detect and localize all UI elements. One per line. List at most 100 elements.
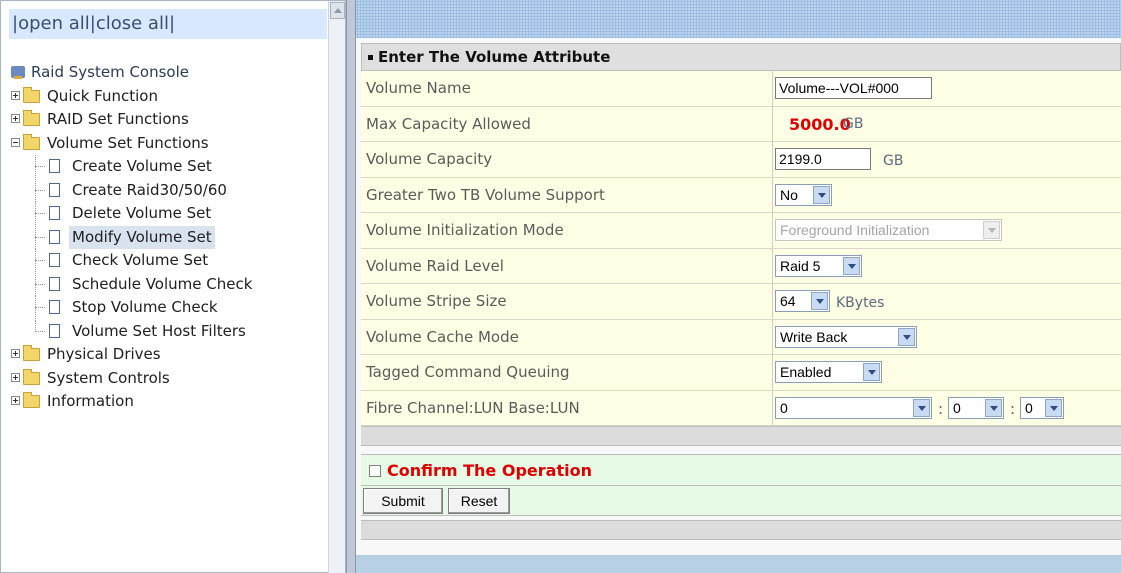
- initialization-mode-select: Foreground Initialization: [775, 219, 1002, 241]
- tree-item-label[interactable]: Create Raid30/50/60: [69, 179, 230, 202]
- volume-capacity-label: Volume Capacity: [366, 150, 493, 168]
- frame-divider[interactable]: [346, 0, 356, 573]
- stripe-size-unit: KBytes: [836, 295, 885, 311]
- tree-item-label[interactable]: Volume Set Functions: [47, 132, 209, 155]
- row-cache-mode: Volume Cache Mode Write Back: [361, 319, 1121, 355]
- column-divider: [772, 177, 773, 213]
- top-banner: [356, 0, 1121, 38]
- row-volume-name: Volume Name Volume---VOL#000: [361, 71, 1121, 107]
- greater-two-tb-label: Greater Two TB Volume Support: [366, 185, 605, 204]
- dropdown-arrow-icon: [983, 221, 1000, 239]
- folder-icon: [23, 345, 40, 361]
- initialization-mode-selected: Foreground Initialization: [780, 222, 930, 238]
- scroll-up-arrow-icon[interactable]: [330, 2, 345, 19]
- fibre-channel-selected: 0: [780, 399, 788, 416]
- raid-level-select[interactable]: Raid 5: [775, 254, 862, 277]
- expand-plus-icon[interactable]: [11, 372, 20, 382]
- page-icon: [49, 159, 60, 173]
- collapse-minus-icon[interactable]: [11, 137, 20, 147]
- lun-base-select[interactable]: 0: [948, 396, 1004, 419]
- stripe-size-select[interactable]: 64: [775, 290, 830, 312]
- folder-icon: [23, 110, 40, 126]
- separator: :: [1010, 399, 1016, 418]
- tree-item-label[interactable]: Volume Set Host Filters: [69, 320, 249, 343]
- confirm-operation-checkbox[interactable]: [369, 465, 381, 477]
- page-icon: [49, 206, 60, 220]
- open-all-link[interactable]: open all: [18, 13, 90, 34]
- dropdown-arrow-icon[interactable]: [1045, 398, 1062, 417]
- row-raid-level: Volume Raid Level Raid 5: [361, 248, 1121, 284]
- tree-item-label[interactable]: Schedule Volume Check: [69, 273, 255, 296]
- tagged-command-queuing-select[interactable]: Enabled: [775, 361, 882, 383]
- row-volume-capacity: Volume Capacity 2199.0 GB: [361, 142, 1121, 178]
- row-tagged-command-queuing: Tagged Command Queuing Enabled: [361, 355, 1121, 391]
- stripe-size-selected: 64: [780, 293, 796, 309]
- tree-line: [35, 189, 45, 191]
- reset-button[interactable]: Reset: [448, 488, 510, 514]
- tree-item-label[interactable]: Check Volume Set: [69, 249, 211, 272]
- column-divider: [772, 355, 773, 390]
- folder-icon: [23, 86, 40, 103]
- dropdown-arrow-icon[interactable]: [913, 398, 930, 417]
- dropdown-arrow-icon[interactable]: [843, 256, 860, 275]
- bullet-icon: [368, 55, 373, 60]
- column-divider: [772, 390, 773, 426]
- expand-plus-icon[interactable]: [11, 396, 20, 405]
- volume-capacity-unit: GB: [883, 153, 904, 169]
- bottom-banner: [356, 555, 1121, 573]
- greater-two-tb-select[interactable]: No: [775, 183, 832, 206]
- column-divider: [772, 248, 773, 284]
- form-divider-bar: [361, 426, 1121, 446]
- volume-attribute-form: Enter The Volume Attribute Volume Name V…: [361, 43, 1121, 540]
- vertical-scrollbar[interactable]: [328, 1, 345, 573]
- confirm-operation-label[interactable]: Confirm The Operation: [387, 455, 592, 487]
- row-fibre-channel-lun: Fibre Channel:LUN Base:LUN 0 : 0 : 0: [361, 390, 1121, 426]
- dropdown-arrow-icon[interactable]: [811, 292, 828, 310]
- raid-console-icon: [11, 66, 25, 79]
- dropdown-arrow-icon[interactable]: [898, 327, 915, 346]
- expand-plus-icon[interactable]: [11, 90, 20, 100]
- expand-plus-icon[interactable]: [11, 349, 20, 358]
- tree-item-label[interactable]: Stop Volume Check: [69, 296, 221, 319]
- page-icon: [49, 323, 60, 338]
- page-icon: [49, 253, 60, 267]
- row-initialization-mode: Volume Initialization Mode Foreground In…: [361, 213, 1121, 249]
- max-capacity-unit: GB: [843, 115, 864, 132]
- tree-line: [35, 166, 45, 167]
- tree-root-label[interactable]: Raid System Console: [31, 61, 189, 84]
- content-pane: Enter The Volume Attribute Volume Name V…: [356, 0, 1121, 573]
- lun-select[interactable]: 0: [1020, 396, 1064, 419]
- submit-button[interactable]: Submit: [363, 488, 443, 514]
- dropdown-arrow-icon[interactable]: [863, 363, 880, 381]
- dropdown-arrow-icon[interactable]: [813, 185, 830, 204]
- tree-line: [35, 213, 45, 214]
- navigation-pane: |open all|close all| Raid System Console…: [0, 0, 346, 573]
- tree-item-label[interactable]: Information: [47, 390, 134, 413]
- tree-line: [35, 260, 45, 261]
- open-close-links: |open all|close all|: [9, 9, 327, 39]
- column-divider: [772, 142, 773, 177]
- form-title: Enter The Volume Attribute: [378, 48, 611, 66]
- cache-mode-select[interactable]: Write Back: [775, 325, 917, 348]
- tree-item-label[interactable]: System Controls: [47, 367, 170, 390]
- close-all-link[interactable]: close all: [96, 13, 169, 34]
- tree-item-label[interactable]: Delete Volume Set: [69, 202, 214, 225]
- column-divider: [772, 213, 773, 248]
- tree-item-label[interactable]: Create Volume Set: [69, 155, 215, 178]
- max-capacity-value: 5000.0: [789, 114, 851, 134]
- row-stripe-size: Volume Stripe Size 64 KBytes: [361, 284, 1121, 320]
- expand-plus-icon[interactable]: [11, 114, 20, 123]
- tree-item-label[interactable]: Physical Drives: [47, 343, 161, 366]
- folder-icon: [23, 392, 40, 408]
- tagged-command-queuing-label: Tagged Command Queuing: [366, 363, 570, 381]
- volume-capacity-input[interactable]: 2199.0: [775, 148, 871, 170]
- fibre-channel-select[interactable]: 0: [775, 396, 932, 419]
- tree-line: [35, 236, 45, 238]
- lun-selected: 0: [1025, 399, 1033, 416]
- stripe-size-label: Volume Stripe Size: [366, 292, 507, 310]
- tree-item-label[interactable]: Quick Function: [47, 85, 158, 108]
- dropdown-arrow-icon[interactable]: [985, 398, 1002, 417]
- tree-item-label[interactable]: RAID Set Functions: [47, 108, 189, 131]
- tree-item-label[interactable]: Modify Volume Set: [69, 225, 215, 249]
- volume-name-input[interactable]: Volume---VOL#000: [775, 77, 932, 99]
